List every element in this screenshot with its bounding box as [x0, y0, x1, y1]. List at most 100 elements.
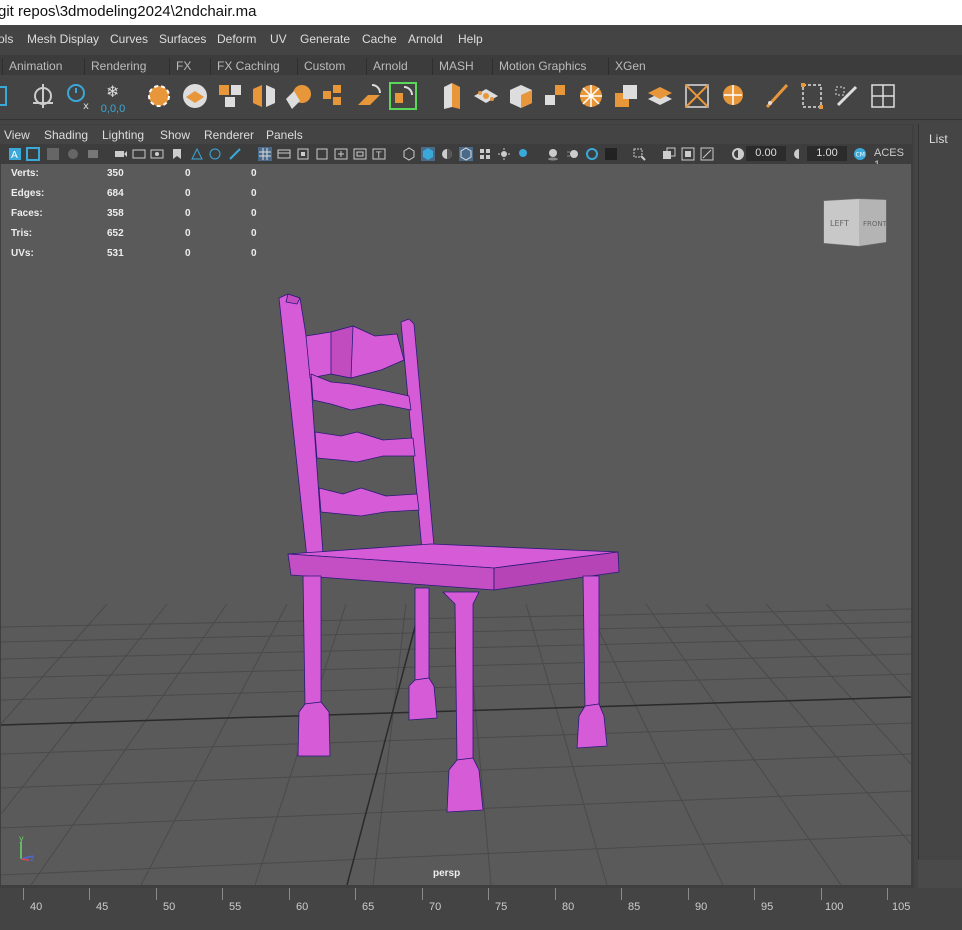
history-clear-icon[interactable]: x: [63, 81, 93, 111]
xray-icon[interactable]: [662, 147, 676, 161]
3d-viewport[interactable]: LEFT FRONT y z Verts: 350 0 0 Edges: 684…: [1, 164, 911, 885]
edit-edge-icon[interactable]: [762, 81, 792, 111]
timeline-tick-label: 90: [695, 901, 708, 913]
xray-components-icon[interactable]: [700, 147, 714, 161]
quad-draw-icon[interactable]: [611, 81, 641, 111]
field-chart-icon[interactable]: [190, 147, 204, 161]
anti-aliasing-icon[interactable]: [585, 147, 599, 161]
safe-title-icon[interactable]: [228, 147, 242, 161]
panel-menu-shading[interactable]: Shading: [44, 128, 88, 142]
locator-icon[interactable]: [28, 81, 58, 111]
frame-select-icon[interactable]: [797, 81, 827, 111]
exposure-icon[interactable]: [731, 147, 745, 161]
exposure-field[interactable]: 0.00: [746, 146, 786, 161]
extrude-icon[interactable]: [319, 81, 349, 111]
grid-toggle-icon[interactable]: [258, 147, 272, 161]
select-camera-icon[interactable]: A: [8, 147, 22, 161]
timeline-tick-label: 85: [628, 901, 641, 913]
tab-rendering[interactable]: Rendering: [84, 58, 152, 75]
safe-action-icon[interactable]: [208, 147, 222, 161]
shelf-tool-icon[interactable]: [0, 81, 24, 111]
menu-curves[interactable]: Curves: [110, 32, 148, 46]
use-all-lights-icon[interactable]: [497, 147, 511, 161]
tab-fx-caching[interactable]: FX Caching: [210, 58, 286, 75]
safe-action-toggle-icon[interactable]: [353, 147, 367, 161]
panel-menu-view[interactable]: View: [4, 128, 30, 142]
bevel-icon[interactable]: [388, 81, 418, 111]
timeline-tick-label: 65: [362, 901, 375, 913]
resolution-gate-icon[interactable]: [150, 147, 164, 161]
film-gate-toggle-icon[interactable]: [277, 147, 291, 161]
freeze-transform-icon[interactable]: ❄ 0,0,0: [96, 81, 130, 115]
use-default-material-icon[interactable]: [440, 147, 454, 161]
grid-layout-icon[interactable]: [868, 81, 898, 111]
time-slider[interactable]: 40 45 50 55 60 65 70 75 80 85 90 95 100 …: [0, 888, 962, 930]
view-cube[interactable]: LEFT FRONT: [823, 198, 888, 247]
timeline-tick-label: 45: [96, 901, 109, 913]
textured-icon[interactable]: [478, 147, 492, 161]
field-chart-toggle-icon[interactable]: [334, 147, 348, 161]
menu-arnold[interactable]: Arnold: [408, 32, 443, 46]
separate-icon[interactable]: [215, 81, 245, 111]
2d-pan-icon[interactable]: [114, 147, 128, 161]
connect-icon[interactable]: [541, 81, 571, 111]
smooth-icon[interactable]: [284, 81, 314, 111]
bookmarks-icon[interactable]: [46, 147, 60, 161]
right-panel-title[interactable]: List: [929, 132, 948, 146]
panel-menu-lighting[interactable]: Lighting: [102, 128, 144, 142]
sculpt-icon[interactable]: [576, 81, 606, 111]
depth-of-field-icon[interactable]: [604, 147, 618, 161]
wireframe-icon[interactable]: [402, 147, 416, 161]
isolate-select-icon[interactable]: [632, 147, 646, 161]
tab-motion-graphics[interactable]: Motion Graphics: [492, 58, 592, 75]
insert-loop-icon[interactable]: [436, 81, 466, 111]
resolution-toggle-icon[interactable]: [296, 147, 310, 161]
color-management-icon[interactable]: CM: [853, 147, 867, 161]
xray-joints-icon[interactable]: [681, 147, 695, 161]
viewcube-left-label: LEFT: [830, 219, 849, 228]
menu-surfaces[interactable]: Surfaces: [159, 32, 206, 46]
menu-generate[interactable]: Generate: [300, 32, 350, 46]
gamma-field[interactable]: 1.00: [807, 146, 847, 161]
tab-animation[interactable]: Animation: [2, 58, 68, 75]
menu-help[interactable]: Help: [458, 32, 483, 46]
menu-deform[interactable]: Deform: [217, 32, 256, 46]
tab-arnold[interactable]: Arnold: [366, 58, 414, 75]
bounding-box-icon[interactable]: [682, 81, 712, 111]
menu-tools[interactable]: ols: [0, 32, 13, 46]
triangulate-icon[interactable]: [716, 81, 746, 111]
menu-cache[interactable]: Cache: [362, 32, 397, 46]
grease-pencil-icon[interactable]: [86, 147, 100, 161]
tab-mash[interactable]: MASH: [432, 58, 480, 75]
smooth-shade-icon[interactable]: [421, 147, 435, 161]
film-gate-icon[interactable]: [132, 147, 146, 161]
soft-select-icon[interactable]: [145, 81, 175, 111]
motion-blur-icon[interactable]: [566, 147, 580, 161]
panel-menu-panels[interactable]: Panels: [266, 128, 303, 142]
combine-icon[interactable]: [180, 81, 210, 111]
bridge-icon[interactable]: [354, 81, 384, 111]
mirror-icon[interactable]: [249, 81, 279, 111]
shadows-icon[interactable]: [516, 147, 530, 161]
image-plane-icon[interactable]: [66, 147, 80, 161]
camera-attributes-icon[interactable]: [26, 147, 40, 161]
tab-xgen[interactable]: XGen: [608, 58, 652, 75]
ambient-occlusion-icon[interactable]: [546, 147, 560, 161]
panel-menu-renderer[interactable]: Renderer: [204, 128, 254, 142]
overscan-icon[interactable]: [315, 147, 329, 161]
svg-text:❄: ❄: [106, 82, 119, 101]
menu-uv[interactable]: UV: [270, 32, 287, 46]
safe-title-toggle-icon[interactable]: T: [372, 147, 386, 161]
hud-value: 652: [107, 228, 124, 239]
target-weld-icon[interactable]: [506, 81, 536, 111]
wireframe-on-shaded-icon[interactable]: [459, 147, 473, 161]
planar-uv-icon[interactable]: [645, 81, 675, 111]
multicut-icon[interactable]: [471, 81, 501, 111]
tab-fx[interactable]: FX: [169, 58, 197, 75]
paint-tool-icon[interactable]: [832, 81, 862, 111]
gamma-icon[interactable]: [792, 147, 806, 161]
menu-mesh-display[interactable]: Mesh Display: [27, 32, 99, 46]
tab-custom[interactable]: Custom: [297, 58, 351, 75]
gate-mask-icon[interactable]: [170, 147, 184, 161]
panel-menu-show[interactable]: Show: [160, 128, 190, 142]
